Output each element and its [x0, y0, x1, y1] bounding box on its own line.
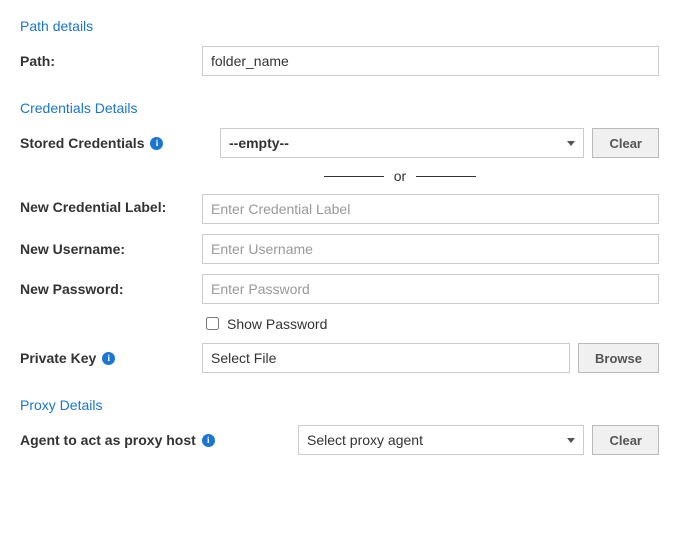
stored-credentials-value: --empty-- [229, 135, 289, 151]
show-password-label: Show Password [227, 316, 327, 332]
info-icon: i [102, 352, 115, 365]
new-username-label: New Username: [20, 241, 180, 257]
new-credential-label-label: New Credential Label: [20, 194, 180, 215]
browse-button[interactable]: Browse [578, 343, 659, 373]
path-label: Path: [20, 53, 180, 69]
info-icon: i [150, 137, 163, 150]
or-divider: or [220, 168, 580, 184]
path-details-title: Path details [20, 18, 659, 34]
clear-stored-credentials-button[interactable]: Clear [592, 128, 659, 158]
new-password-input[interactable] [202, 274, 659, 304]
proxy-agent-select[interactable]: Select proxy agent [298, 425, 584, 455]
private-key-label: Private Key i [20, 350, 180, 366]
chevron-down-icon [567, 438, 575, 443]
show-password-checkbox[interactable] [206, 317, 219, 330]
stored-credentials-label: Stored Credentials i [20, 135, 220, 151]
path-input[interactable] [202, 46, 659, 76]
credentials-details-title: Credentials Details [20, 100, 659, 116]
proxy-agent-value: Select proxy agent [307, 432, 423, 448]
info-icon: i [202, 434, 215, 447]
new-username-input[interactable] [202, 234, 659, 264]
new-password-label: New Password: [20, 281, 180, 297]
chevron-down-icon [567, 141, 575, 146]
private-key-value: Select File [211, 350, 276, 366]
new-credential-label-input[interactable] [202, 194, 659, 224]
private-key-field[interactable]: Select File [202, 343, 570, 373]
agent-proxy-label: Agent to act as proxy host i [20, 432, 278, 448]
stored-credentials-select[interactable]: --empty-- [220, 128, 584, 158]
proxy-details-title: Proxy Details [20, 397, 659, 413]
clear-proxy-button[interactable]: Clear [592, 425, 659, 455]
